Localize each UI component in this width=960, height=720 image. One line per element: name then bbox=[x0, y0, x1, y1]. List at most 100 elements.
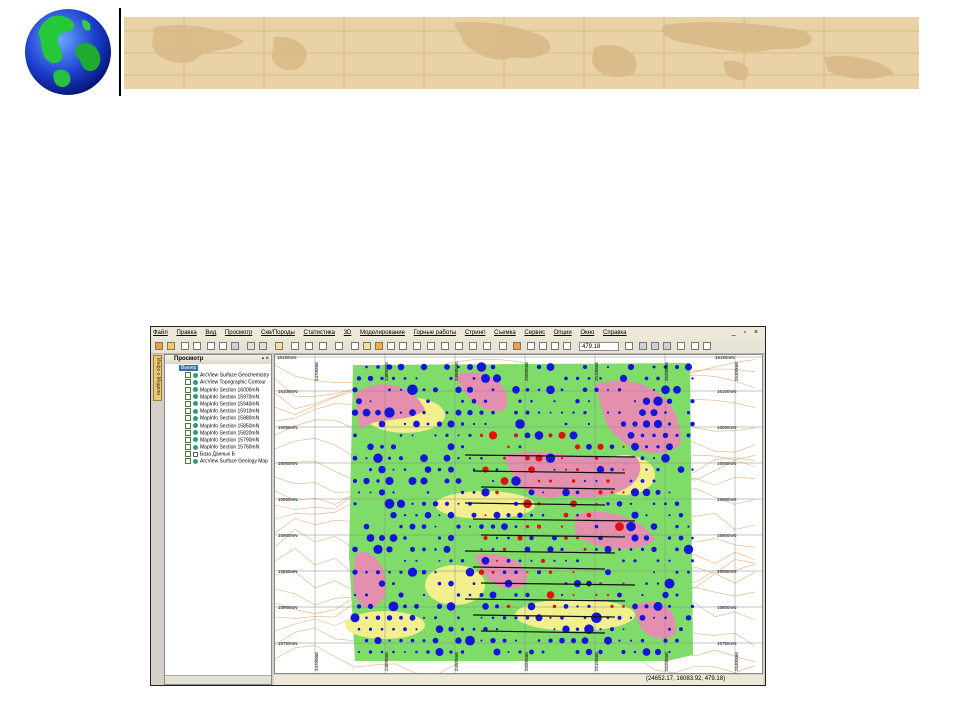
toolbar-button[interactable] bbox=[651, 342, 659, 350]
toolbar-button[interactable] bbox=[703, 342, 711, 350]
toolbar-button[interactable] bbox=[663, 342, 671, 350]
sample-point bbox=[642, 648, 651, 656]
toolbar-button[interactable] bbox=[363, 342, 371, 350]
menu-modelling[interactable]: Моделирование bbox=[360, 330, 405, 336]
checkbox-icon[interactable] bbox=[185, 415, 191, 422]
layer-item[interactable]: База Данных Б bbox=[167, 451, 269, 458]
checkbox-icon[interactable] bbox=[185, 386, 191, 393]
sample-point bbox=[572, 594, 575, 596]
toolbar-button[interactable] bbox=[275, 342, 283, 350]
toolbar-button[interactable] bbox=[319, 342, 327, 350]
checkbox-icon[interactable] bbox=[185, 429, 191, 436]
menu-help[interactable]: Справка bbox=[603, 330, 627, 336]
toolbar-button[interactable] bbox=[455, 342, 463, 350]
sample-point bbox=[460, 650, 465, 654]
sample-point bbox=[362, 408, 371, 417]
toolbar-button[interactable] bbox=[247, 342, 255, 350]
menu-file[interactable]: Файл bbox=[153, 330, 168, 336]
checkbox-icon[interactable] bbox=[185, 458, 191, 465]
sample-point bbox=[627, 432, 635, 439]
toolbar-button[interactable] bbox=[193, 342, 201, 350]
layer-item[interactable]: MapInfo Section 15970mN bbox=[167, 393, 269, 401]
toolbar-button[interactable] bbox=[181, 342, 189, 350]
toolbar-button[interactable] bbox=[469, 342, 477, 350]
zoom-input[interactable]: 479.18 bbox=[579, 342, 619, 351]
layer-item[interactable]: MapInfo Section 15790mN bbox=[167, 436, 269, 444]
window-controls[interactable]: _ ▫ × bbox=[732, 329, 761, 336]
checkbox-icon[interactable] bbox=[185, 408, 191, 415]
menu-browse[interactable]: Просмотр bbox=[225, 330, 252, 336]
toolbar-button[interactable] bbox=[231, 342, 239, 350]
menu-strings[interactable]: Стрингі bbox=[465, 330, 486, 336]
map-view[interactable]: 16150mN 16150mN 16100mN 16100mN 16050mN 16050… bbox=[274, 354, 763, 676]
tree-root[interactable]: Вьюер bbox=[167, 365, 269, 372]
toolbar-button[interactable] bbox=[691, 342, 699, 350]
toolbar-button[interactable] bbox=[563, 342, 571, 350]
toolbar-button[interactable] bbox=[413, 342, 421, 350]
menu-view[interactable]: Вид bbox=[205, 330, 216, 336]
toolbar-button[interactable] bbox=[527, 342, 535, 350]
checkbox-icon[interactable] bbox=[185, 400, 191, 407]
panel-scrollbar[interactable] bbox=[165, 675, 271, 684]
menu-edit[interactable]: Правка bbox=[176, 330, 196, 336]
toolbar-button[interactable] bbox=[259, 342, 267, 350]
toolbar-button[interactable] bbox=[207, 342, 215, 350]
map-canvas[interactable]: 16150mN 16150mN 16100mN 16100mN 16050mN 16050… bbox=[274, 355, 762, 676]
sample-point bbox=[407, 384, 418, 396]
side-tab-model-info[interactable]: Инфо о Модели bbox=[153, 355, 162, 401]
toolbar-button[interactable] bbox=[551, 342, 559, 350]
toolbar-button[interactable] bbox=[427, 342, 435, 350]
sample-point bbox=[664, 411, 667, 414]
layer-item[interactable]: ArcView Surface Geology Map bbox=[167, 458, 269, 465]
toolbar-button[interactable] bbox=[219, 342, 227, 350]
sample-point bbox=[434, 548, 437, 551]
layer-item[interactable]: ArcView Surface Geochemistry bbox=[167, 372, 269, 379]
checkbox-icon[interactable] bbox=[185, 379, 191, 386]
layer-item[interactable]: MapInfo Section 15880mN bbox=[167, 415, 269, 422]
menu-holes[interactable]: Скв/Породы bbox=[261, 330, 295, 336]
sample-point bbox=[691, 468, 694, 471]
checkbox-icon[interactable] bbox=[185, 451, 191, 458]
menu-options[interactable]: Опции bbox=[554, 330, 572, 336]
toolbar-button[interactable] bbox=[677, 342, 685, 350]
toolbar-button[interactable] bbox=[625, 342, 633, 350]
panel-close-icon[interactable]: ▪ × bbox=[262, 355, 269, 364]
toolbar-button[interactable] bbox=[441, 342, 449, 350]
toolbar-button[interactable] bbox=[399, 342, 407, 350]
toolbar-button[interactable] bbox=[155, 342, 163, 350]
menu-window[interactable]: Окно bbox=[580, 330, 594, 336]
checkbox-icon[interactable] bbox=[185, 393, 191, 400]
toolbar-button[interactable] bbox=[513, 342, 521, 350]
menu-survey[interactable]: Съемка bbox=[494, 330, 516, 336]
toolbar-button[interactable] bbox=[483, 342, 491, 350]
layer-item[interactable]: MapInfo Section 15760mN bbox=[167, 444, 269, 451]
toolbar-button[interactable] bbox=[351, 342, 359, 350]
layer-item[interactable]: MapInfo Section 15940mN bbox=[167, 400, 269, 408]
toolbar-button[interactable] bbox=[305, 342, 313, 350]
menu-mining[interactable]: Горные работы bbox=[414, 330, 457, 336]
toolbar-button[interactable] bbox=[539, 342, 547, 350]
checkbox-icon[interactable] bbox=[185, 422, 191, 429]
toolbar-button[interactable] bbox=[499, 342, 507, 350]
layer-item[interactable]: MapInfo Section 15850mN bbox=[167, 422, 269, 430]
layer-item[interactable]: MapInfo Section 16000mN bbox=[167, 386, 269, 394]
menu-statistics[interactable]: Статистика bbox=[304, 330, 336, 336]
checkbox-icon[interactable] bbox=[185, 444, 191, 451]
toolbar-button[interactable] bbox=[335, 342, 343, 350]
checkbox-icon[interactable] bbox=[185, 436, 191, 443]
checkbox-icon[interactable] bbox=[185, 372, 191, 379]
sample-point bbox=[606, 365, 610, 369]
sample-point bbox=[529, 649, 534, 655]
sample-point bbox=[468, 457, 472, 460]
layer-item[interactable]: MapInfo Section 15910mN bbox=[167, 408, 269, 415]
menu-tools[interactable]: Сервис bbox=[524, 330, 545, 336]
toolbar-button[interactable] bbox=[291, 342, 299, 350]
toolbar-button[interactable] bbox=[387, 342, 395, 350]
layer-item[interactable]: ArcView Topographic Contour bbox=[167, 379, 269, 386]
toolbar-button[interactable] bbox=[639, 342, 647, 350]
toolbar-button[interactable] bbox=[375, 342, 383, 350]
sample-point bbox=[495, 628, 499, 631]
menu-3d[interactable]: 3D bbox=[344, 330, 352, 336]
layer-item[interactable]: MapInfo Section 15820mN bbox=[167, 429, 269, 437]
toolbar-button[interactable] bbox=[167, 342, 175, 350]
